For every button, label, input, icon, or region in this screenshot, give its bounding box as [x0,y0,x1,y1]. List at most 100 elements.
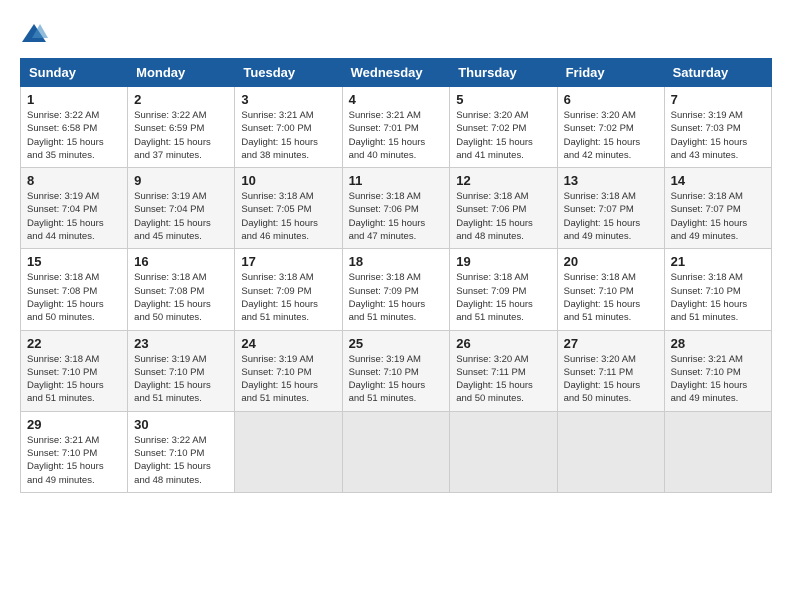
logo [20,20,52,48]
day-number: 4 [349,92,444,107]
day-info: Sunrise: 3:18 AM Sunset: 7:09 PM Dayligh… [456,271,550,324]
calendar-cell: 12Sunrise: 3:18 AM Sunset: 7:06 PM Dayli… [450,168,557,249]
day-number: 3 [241,92,335,107]
calendar-table: SundayMondayTuesdayWednesdayThursdayFrid… [20,58,772,493]
weekday-header-thursday: Thursday [450,59,557,87]
calendar-cell: 1 Sunrise: 3:22 AM Sunset: 6:58 PM Daylig… [21,87,128,168]
calendar-cell: 25 Sunrise: 3:19 AM Sunset: 7:10 PM Dayli… [342,330,450,411]
weekday-header-saturday: Saturday [664,59,771,87]
day-number: 1 [27,92,121,107]
day-info: Sunrise: 3:21 AM Sunset: 7:00 PM Dayligh… [241,109,335,162]
day-number: 7 [671,92,765,107]
calendar-week-row: 22 Sunrise: 3:18 AM Sunset: 7:10 PM Dayli… [21,330,772,411]
calendar-cell: 9 Sunrise: 3:19 AM Sunset: 7:04 PM Daylig… [128,168,235,249]
day-info: Sunrise: 3:18 AM Sunset: 7:10 PM Dayligh… [564,271,658,324]
calendar-week-row: 29 Sunrise: 3:21 AM Sunset: 7:10 PM Dayli… [21,411,772,492]
calendar-cell: 15Sunrise: 3:18 AM Sunset: 7:08 PM Dayli… [21,249,128,330]
calendar-cell: 3 Sunrise: 3:21 AM Sunset: 7:00 PM Daylig… [235,87,342,168]
day-info: Sunrise: 3:20 AM Sunset: 7:11 PM Dayligh… [564,353,658,406]
day-number: 27 [564,336,658,351]
day-info: Sunrise: 3:19 AM Sunset: 7:03 PM Dayligh… [671,109,765,162]
day-number: 20 [564,254,658,269]
calendar-cell: 23 Sunrise: 3:19 AM Sunset: 7:10 PM Dayli… [128,330,235,411]
day-number: 12 [456,173,550,188]
day-info: Sunrise: 3:19 AM Sunset: 7:04 PM Dayligh… [27,190,121,243]
day-info: Sunrise: 3:19 AM Sunset: 7:10 PM Dayligh… [349,353,444,406]
calendar-cell: 17Sunrise: 3:18 AM Sunset: 7:09 PM Dayli… [235,249,342,330]
calendar-cell: 24Sunrise: 3:19 AM Sunset: 7:10 PM Dayli… [235,330,342,411]
weekday-header-wednesday: Wednesday [342,59,450,87]
calendar-cell: 29 Sunrise: 3:21 AM Sunset: 7:10 PM Dayli… [21,411,128,492]
day-number: 26 [456,336,550,351]
calendar-cell: 2Sunrise: 3:22 AM Sunset: 6:59 PM Daylig… [128,87,235,168]
day-number: 24 [241,336,335,351]
day-number: 25 [349,336,444,351]
calendar-cell: 20 Sunrise: 3:18 AM Sunset: 7:10 PM Dayli… [557,249,664,330]
day-number: 28 [671,336,765,351]
day-number: 18 [349,254,444,269]
calendar-cell: 8 Sunrise: 3:19 AM Sunset: 7:04 PM Daylig… [21,168,128,249]
day-number: 14 [671,173,765,188]
weekday-header-friday: Friday [557,59,664,87]
day-number: 6 [564,92,658,107]
calendar-cell: 18Sunrise: 3:18 AM Sunset: 7:09 PM Dayli… [342,249,450,330]
calendar-cell: 13 Sunrise: 3:18 AM Sunset: 7:07 PM Dayli… [557,168,664,249]
day-info: Sunrise: 3:21 AM Sunset: 7:01 PM Dayligh… [349,109,444,162]
day-info: Sunrise: 3:19 AM Sunset: 7:04 PM Dayligh… [134,190,228,243]
day-info: Sunrise: 3:18 AM Sunset: 7:08 PM Dayligh… [27,271,121,324]
day-info: Sunrise: 3:18 AM Sunset: 7:06 PM Dayligh… [349,190,444,243]
calendar-cell [664,411,771,492]
calendar-cell [235,411,342,492]
day-number: 30 [134,417,228,432]
weekday-header-monday: Monday [128,59,235,87]
day-info: Sunrise: 3:22 AM Sunset: 7:10 PM Dayligh… [134,434,228,487]
calendar-cell: 19Sunrise: 3:18 AM Sunset: 7:09 PM Dayli… [450,249,557,330]
day-number: 22 [27,336,121,351]
weekday-header-row: SundayMondayTuesdayWednesdayThursdayFrid… [21,59,772,87]
calendar-cell: 14 Sunrise: 3:18 AM Sunset: 7:07 PM Dayli… [664,168,771,249]
day-number: 5 [456,92,550,107]
calendar-cell: 21 Sunrise: 3:18 AM Sunset: 7:10 PM Dayli… [664,249,771,330]
day-info: Sunrise: 3:21 AM Sunset: 7:10 PM Dayligh… [671,353,765,406]
calendar-cell: 10Sunrise: 3:18 AM Sunset: 7:05 PM Dayli… [235,168,342,249]
calendar-cell: 16Sunrise: 3:18 AM Sunset: 7:08 PM Dayli… [128,249,235,330]
calendar-week-row: 15Sunrise: 3:18 AM Sunset: 7:08 PM Dayli… [21,249,772,330]
day-number: 23 [134,336,228,351]
day-info: Sunrise: 3:21 AM Sunset: 7:10 PM Dayligh… [27,434,121,487]
day-number: 9 [134,173,228,188]
calendar-cell [557,411,664,492]
day-info: Sunrise: 3:22 AM Sunset: 6:58 PM Dayligh… [27,109,121,162]
calendar-cell: 7 Sunrise: 3:19 AM Sunset: 7:03 PM Daylig… [664,87,771,168]
day-info: Sunrise: 3:22 AM Sunset: 6:59 PM Dayligh… [134,109,228,162]
calendar-cell: 11 Sunrise: 3:18 AM Sunset: 7:06 PM Dayli… [342,168,450,249]
day-info: Sunrise: 3:18 AM Sunset: 7:10 PM Dayligh… [27,353,121,406]
day-number: 13 [564,173,658,188]
day-number: 17 [241,254,335,269]
calendar-cell: 27 Sunrise: 3:20 AM Sunset: 7:11 PM Dayli… [557,330,664,411]
page-header [20,20,772,48]
day-info: Sunrise: 3:20 AM Sunset: 7:02 PM Dayligh… [456,109,550,162]
day-number: 8 [27,173,121,188]
day-info: Sunrise: 3:19 AM Sunset: 7:10 PM Dayligh… [134,353,228,406]
calendar-cell: 5 Sunrise: 3:20 AM Sunset: 7:02 PM Daylig… [450,87,557,168]
day-info: Sunrise: 3:18 AM Sunset: 7:10 PM Dayligh… [671,271,765,324]
day-info: Sunrise: 3:18 AM Sunset: 7:07 PM Dayligh… [671,190,765,243]
calendar-cell: 28 Sunrise: 3:21 AM Sunset: 7:10 PM Dayli… [664,330,771,411]
calendar-cell: 6 Sunrise: 3:20 AM Sunset: 7:02 PM Daylig… [557,87,664,168]
day-info: Sunrise: 3:20 AM Sunset: 7:11 PM Dayligh… [456,353,550,406]
day-info: Sunrise: 3:18 AM Sunset: 7:08 PM Dayligh… [134,271,228,324]
calendar-cell: 22 Sunrise: 3:18 AM Sunset: 7:10 PM Dayli… [21,330,128,411]
calendar-cell [450,411,557,492]
day-number: 29 [27,417,121,432]
calendar-cell: 26 Sunrise: 3:20 AM Sunset: 7:11 PM Dayli… [450,330,557,411]
day-info: Sunrise: 3:18 AM Sunset: 7:07 PM Dayligh… [564,190,658,243]
day-info: Sunrise: 3:18 AM Sunset: 7:05 PM Dayligh… [241,190,335,243]
day-info: Sunrise: 3:20 AM Sunset: 7:02 PM Dayligh… [564,109,658,162]
day-number: 11 [349,173,444,188]
weekday-header-tuesday: Tuesday [235,59,342,87]
calendar-cell: 4 Sunrise: 3:21 AM Sunset: 7:01 PM Daylig… [342,87,450,168]
calendar-week-row: 1 Sunrise: 3:22 AM Sunset: 6:58 PM Daylig… [21,87,772,168]
day-number: 21 [671,254,765,269]
logo-icon [20,20,48,48]
calendar-cell: 30 Sunrise: 3:22 AM Sunset: 7:10 PM Dayli… [128,411,235,492]
